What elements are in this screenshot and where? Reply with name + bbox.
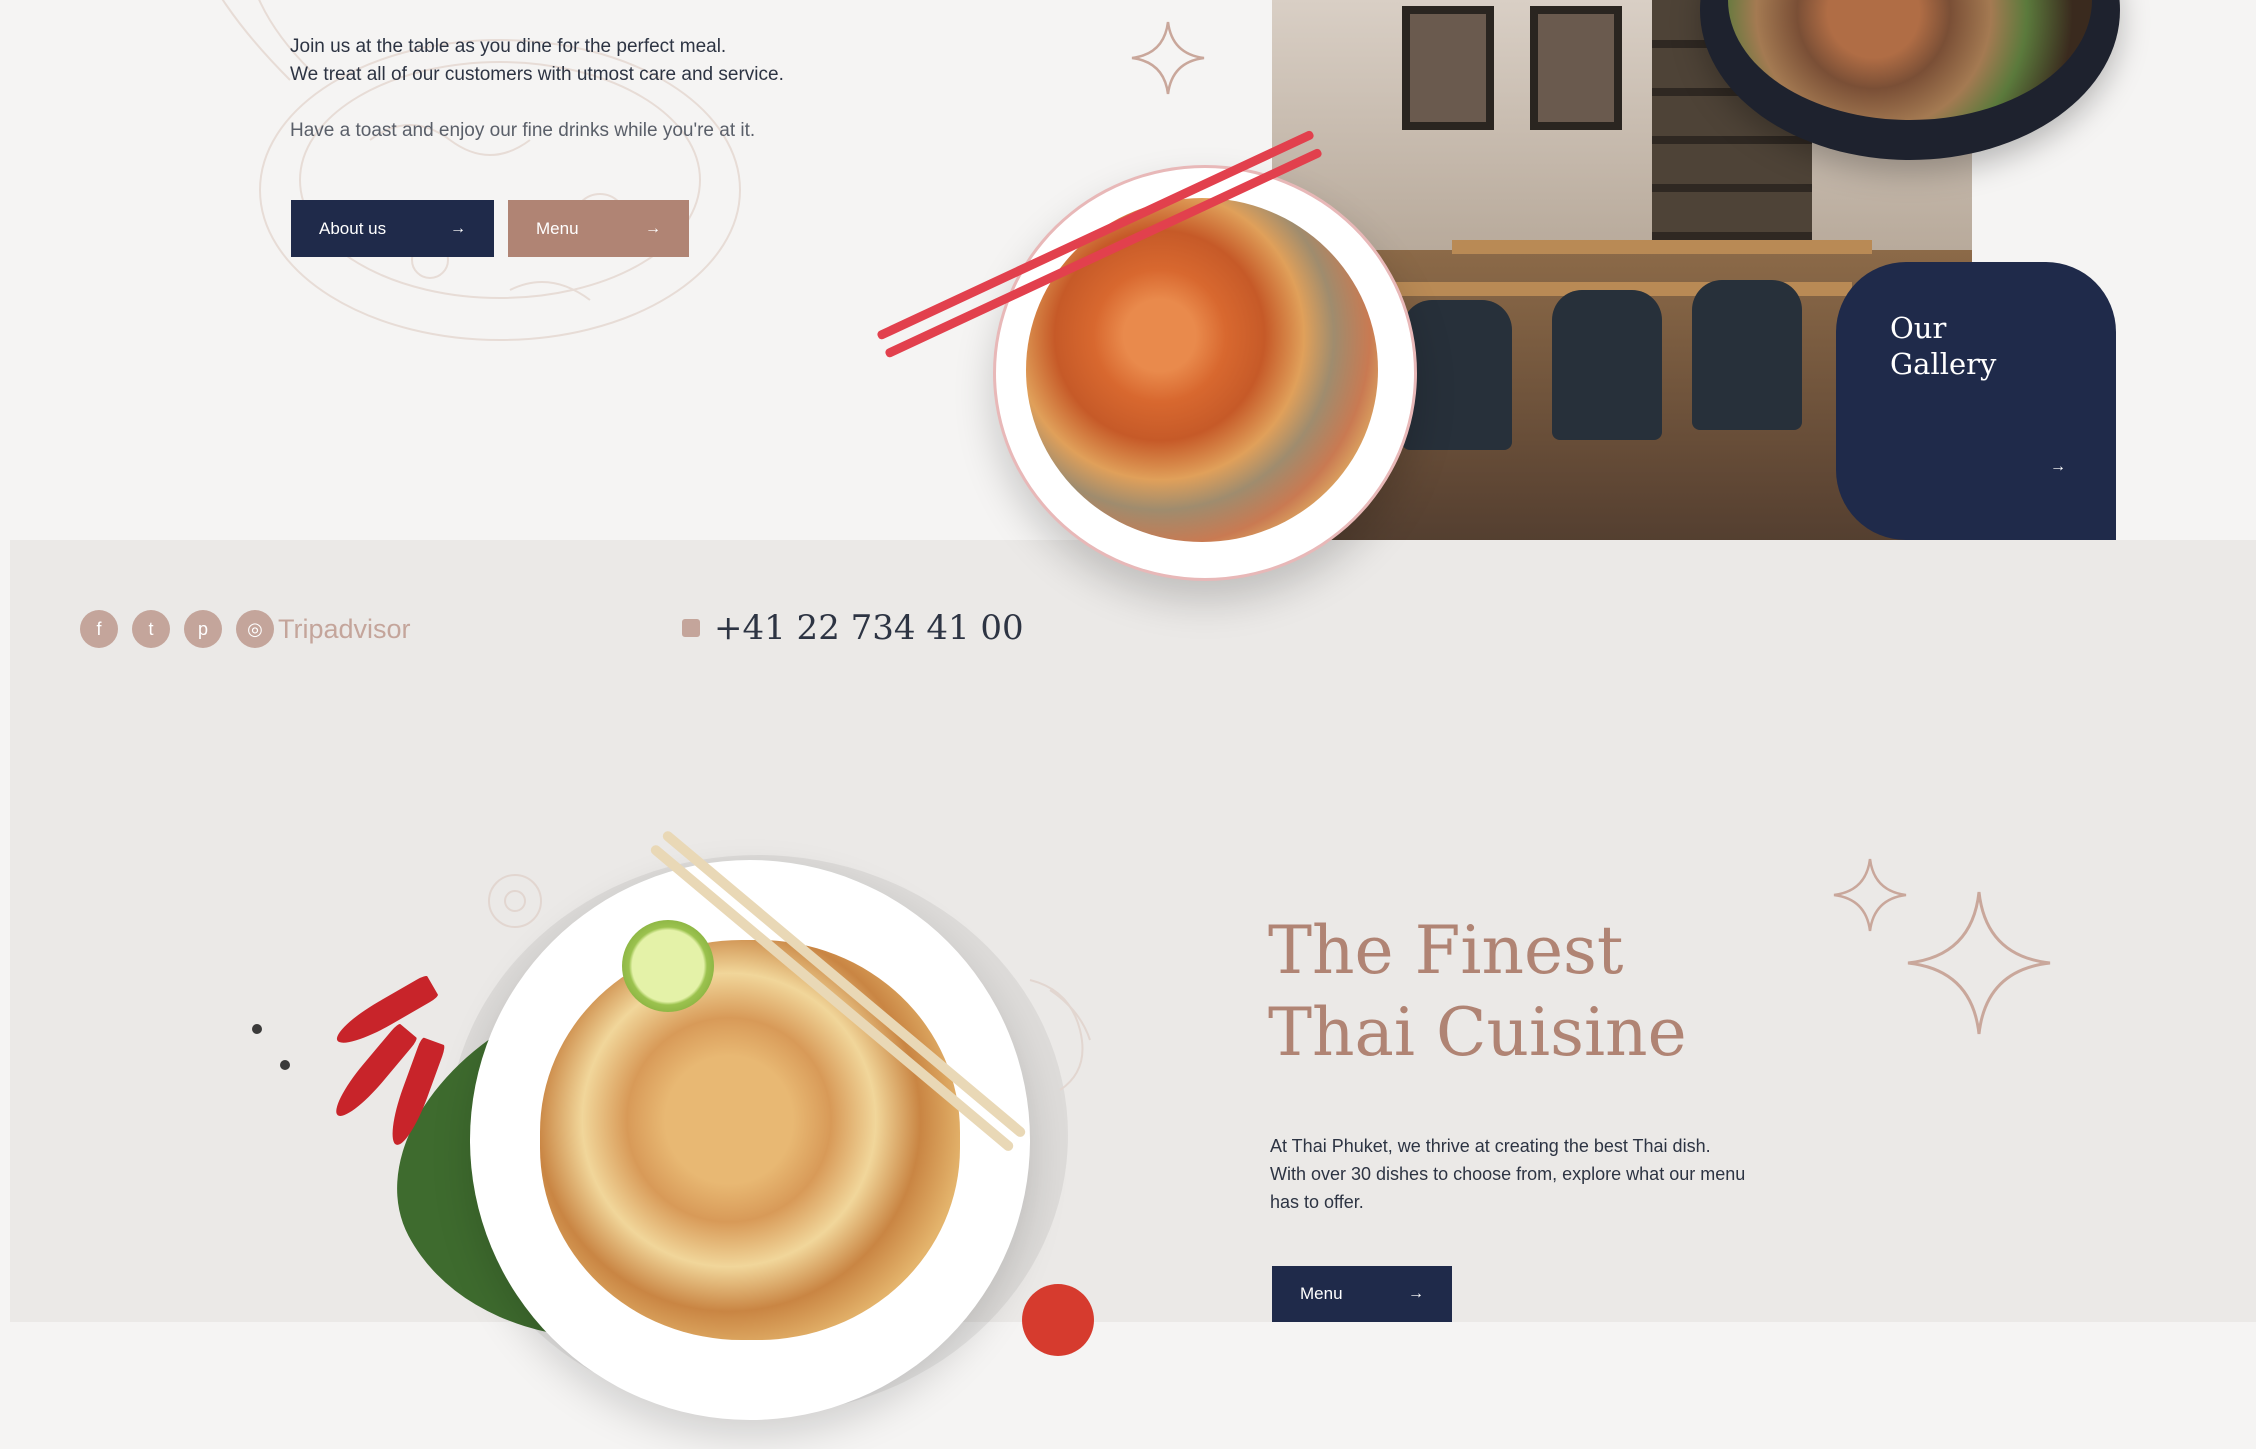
finest-body-line-3: has to offer. bbox=[1270, 1192, 1364, 1212]
pinterest-icon[interactable]: p bbox=[184, 610, 222, 648]
phone-link[interactable]: +41 22 734 41 00 bbox=[682, 608, 1024, 648]
intro-text-line-3: Have a toast and enjoy our fine drinks w… bbox=[290, 120, 756, 141]
tripadvisor-icon: ◎ bbox=[236, 610, 274, 648]
heading-line-2: Thai Cuisine bbox=[1268, 994, 1687, 1071]
doodle-illustration bbox=[488, 874, 542, 928]
arrow-right-icon: → bbox=[645, 219, 661, 237]
pepper-dot bbox=[280, 1060, 290, 1070]
social-links: f t p ◎ Tripadvisor bbox=[80, 610, 411, 648]
dining-chair bbox=[1552, 290, 1662, 440]
sparkle-icon bbox=[1907, 891, 2051, 1035]
dining-table bbox=[1452, 240, 1872, 254]
arrow-right-icon: → bbox=[2050, 458, 2066, 475]
finest-body-line-2: With over 30 dishes to choose from, expl… bbox=[1270, 1164, 1746, 1184]
tripadvisor-link[interactable]: ◎ Tripadvisor bbox=[236, 610, 411, 648]
doodle-illustration bbox=[1029, 979, 1091, 1091]
gallery-title: Our Gallery bbox=[1890, 310, 2070, 382]
tom-yum-soup-food bbox=[1026, 198, 1378, 542]
pepper-dot bbox=[252, 1024, 262, 1034]
facebook-icon[interactable]: f bbox=[80, 610, 118, 648]
heading-line-1: The Finest bbox=[1268, 912, 1624, 989]
gallery-title-line-1: Our bbox=[1890, 311, 1947, 345]
finest-thai-cuisine-heading: The Finest Thai Cuisine bbox=[1268, 910, 1687, 1074]
phone-number: +41 22 734 41 00 bbox=[714, 608, 1024, 648]
menu-button[interactable]: Menu → bbox=[508, 200, 689, 257]
intro-text-line-1: Join us at the table as you dine for the… bbox=[290, 36, 727, 57]
pad-thai-noodles bbox=[540, 940, 960, 1340]
sparkle-icon bbox=[1131, 21, 1205, 95]
about-us-label: About us bbox=[319, 218, 387, 238]
intro-text-line-2: We treat all of our customers with utmos… bbox=[290, 64, 784, 85]
lime-slice bbox=[622, 920, 714, 1012]
arrow-right-icon: → bbox=[450, 219, 466, 237]
dining-chair bbox=[1402, 300, 1512, 450]
dining-chair bbox=[1692, 280, 1802, 430]
tom-yum-soup-image bbox=[993, 165, 1417, 581]
menu-button-bottom[interactable]: Menu → bbox=[1272, 1266, 1452, 1322]
sparkle-icon bbox=[1833, 858, 1907, 932]
gallery-title-line-2: Gallery bbox=[1890, 347, 1997, 381]
menu-label: Menu bbox=[1300, 1284, 1343, 1303]
twitter-icon[interactable]: t bbox=[132, 610, 170, 648]
finest-body-line-1: At Thai Phuket, we thrive at creating th… bbox=[1270, 1136, 1711, 1156]
our-gallery-card[interactable]: Our Gallery → bbox=[1836, 262, 2116, 540]
cherry-tomato bbox=[1022, 1284, 1094, 1356]
menu-label: Menu bbox=[536, 218, 579, 238]
arrow-right-icon: → bbox=[1408, 1285, 1424, 1302]
tripadvisor-label: Tripadvisor bbox=[278, 613, 411, 644]
wall-frame bbox=[1402, 6, 1494, 130]
phone-icon bbox=[682, 619, 700, 637]
wall-frame bbox=[1530, 6, 1622, 130]
noodle-bowl-food bbox=[1728, 0, 2092, 120]
about-us-button[interactable]: About us → bbox=[291, 200, 494, 257]
